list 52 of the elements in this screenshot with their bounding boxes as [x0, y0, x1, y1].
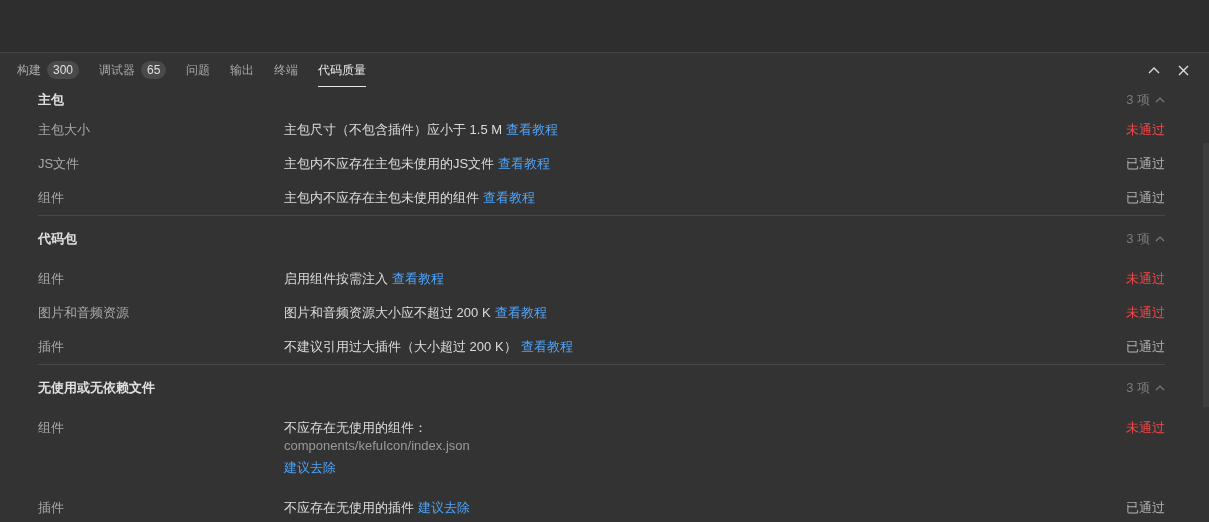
check-description: 启用组件按需注入 [284, 270, 388, 288]
tutorial-link[interactable]: 查看教程 [520, 338, 573, 356]
check-name: 插件 [38, 338, 65, 356]
count-badge: 300 [47, 60, 80, 79]
tab[interactable]: 代码质量 [318, 53, 367, 87]
section-toggle[interactable]: 3 项 [1126, 90, 1165, 110]
status-label: 已通过 [1126, 338, 1165, 356]
check-name: 插件 [38, 499, 65, 517]
tab[interactable]: 调试器 65 [99, 53, 167, 87]
file-path: components/kefuIcon/index.json [284, 437, 471, 455]
count-badge: 65 [141, 60, 167, 79]
chevron-up-icon [1155, 236, 1165, 242]
status-label: 未通过 [1126, 419, 1165, 437]
status-label: 未通过 [1126, 121, 1165, 139]
check-description: 主包尺寸（不包含插件）应小于 1.5 M [284, 121, 503, 139]
chevron-up-icon [1155, 97, 1165, 103]
tab[interactable]: 构建 300 [17, 53, 80, 87]
close-icon[interactable] [1178, 64, 1189, 76]
tutorial-link[interactable]: 查看教程 [494, 304, 547, 322]
check-name: JS文件 [38, 155, 81, 173]
section-title: 代码包 [38, 230, 77, 249]
check-description: 图片和音频资源大小应不超过 200 K [284, 304, 491, 322]
tutorial-link[interactable]: 查看教程 [498, 155, 551, 173]
section-title: 主包 [38, 91, 64, 110]
check-description: 不建议引用过大插件（大小超过 200 K） [284, 338, 517, 356]
tutorial-link[interactable]: 查看教程 [506, 121, 559, 139]
tutorial-link[interactable]: 建议去除 [418, 499, 470, 517]
tab[interactable]: 问题 [186, 53, 211, 87]
check-name: 图片和音频资源 [38, 304, 130, 322]
section-toggle[interactable]: 3 项 [1126, 378, 1165, 398]
tab[interactable]: 终端 [274, 53, 299, 87]
status-label: 已通过 [1126, 155, 1165, 173]
check-description: 不应存在无使用的插件 [284, 499, 414, 517]
check-name: 组件 [38, 189, 65, 207]
check-name: 组件 [38, 419, 65, 437]
check-name: 组件 [38, 270, 65, 288]
tab[interactable]: 输出 [230, 53, 255, 87]
check-description: 主包内不应存在主包未使用的组件 [284, 189, 479, 207]
collapse-icon[interactable] [1148, 66, 1160, 74]
check-description: 不应存在无使用的组件： [284, 419, 427, 437]
status-label: 已通过 [1126, 189, 1165, 207]
check-name: 主包大小 [38, 121, 91, 139]
check-description: 主包内不应存在主包未使用的JS文件 [284, 155, 495, 173]
status-label: 未通过 [1126, 304, 1165, 322]
status-label: 未通过 [1126, 270, 1165, 288]
status-label: 已通过 [1126, 499, 1165, 517]
tutorial-link[interactable]: 建议去除 [284, 459, 336, 477]
tutorial-link[interactable]: 查看教程 [392, 270, 444, 288]
tutorial-link[interactable]: 查看教程 [483, 189, 535, 207]
section-title: 无使用或无依赖文件 [38, 379, 155, 398]
section-toggle[interactable]: 3 项 [1126, 229, 1165, 249]
chevron-up-icon [1155, 385, 1165, 391]
